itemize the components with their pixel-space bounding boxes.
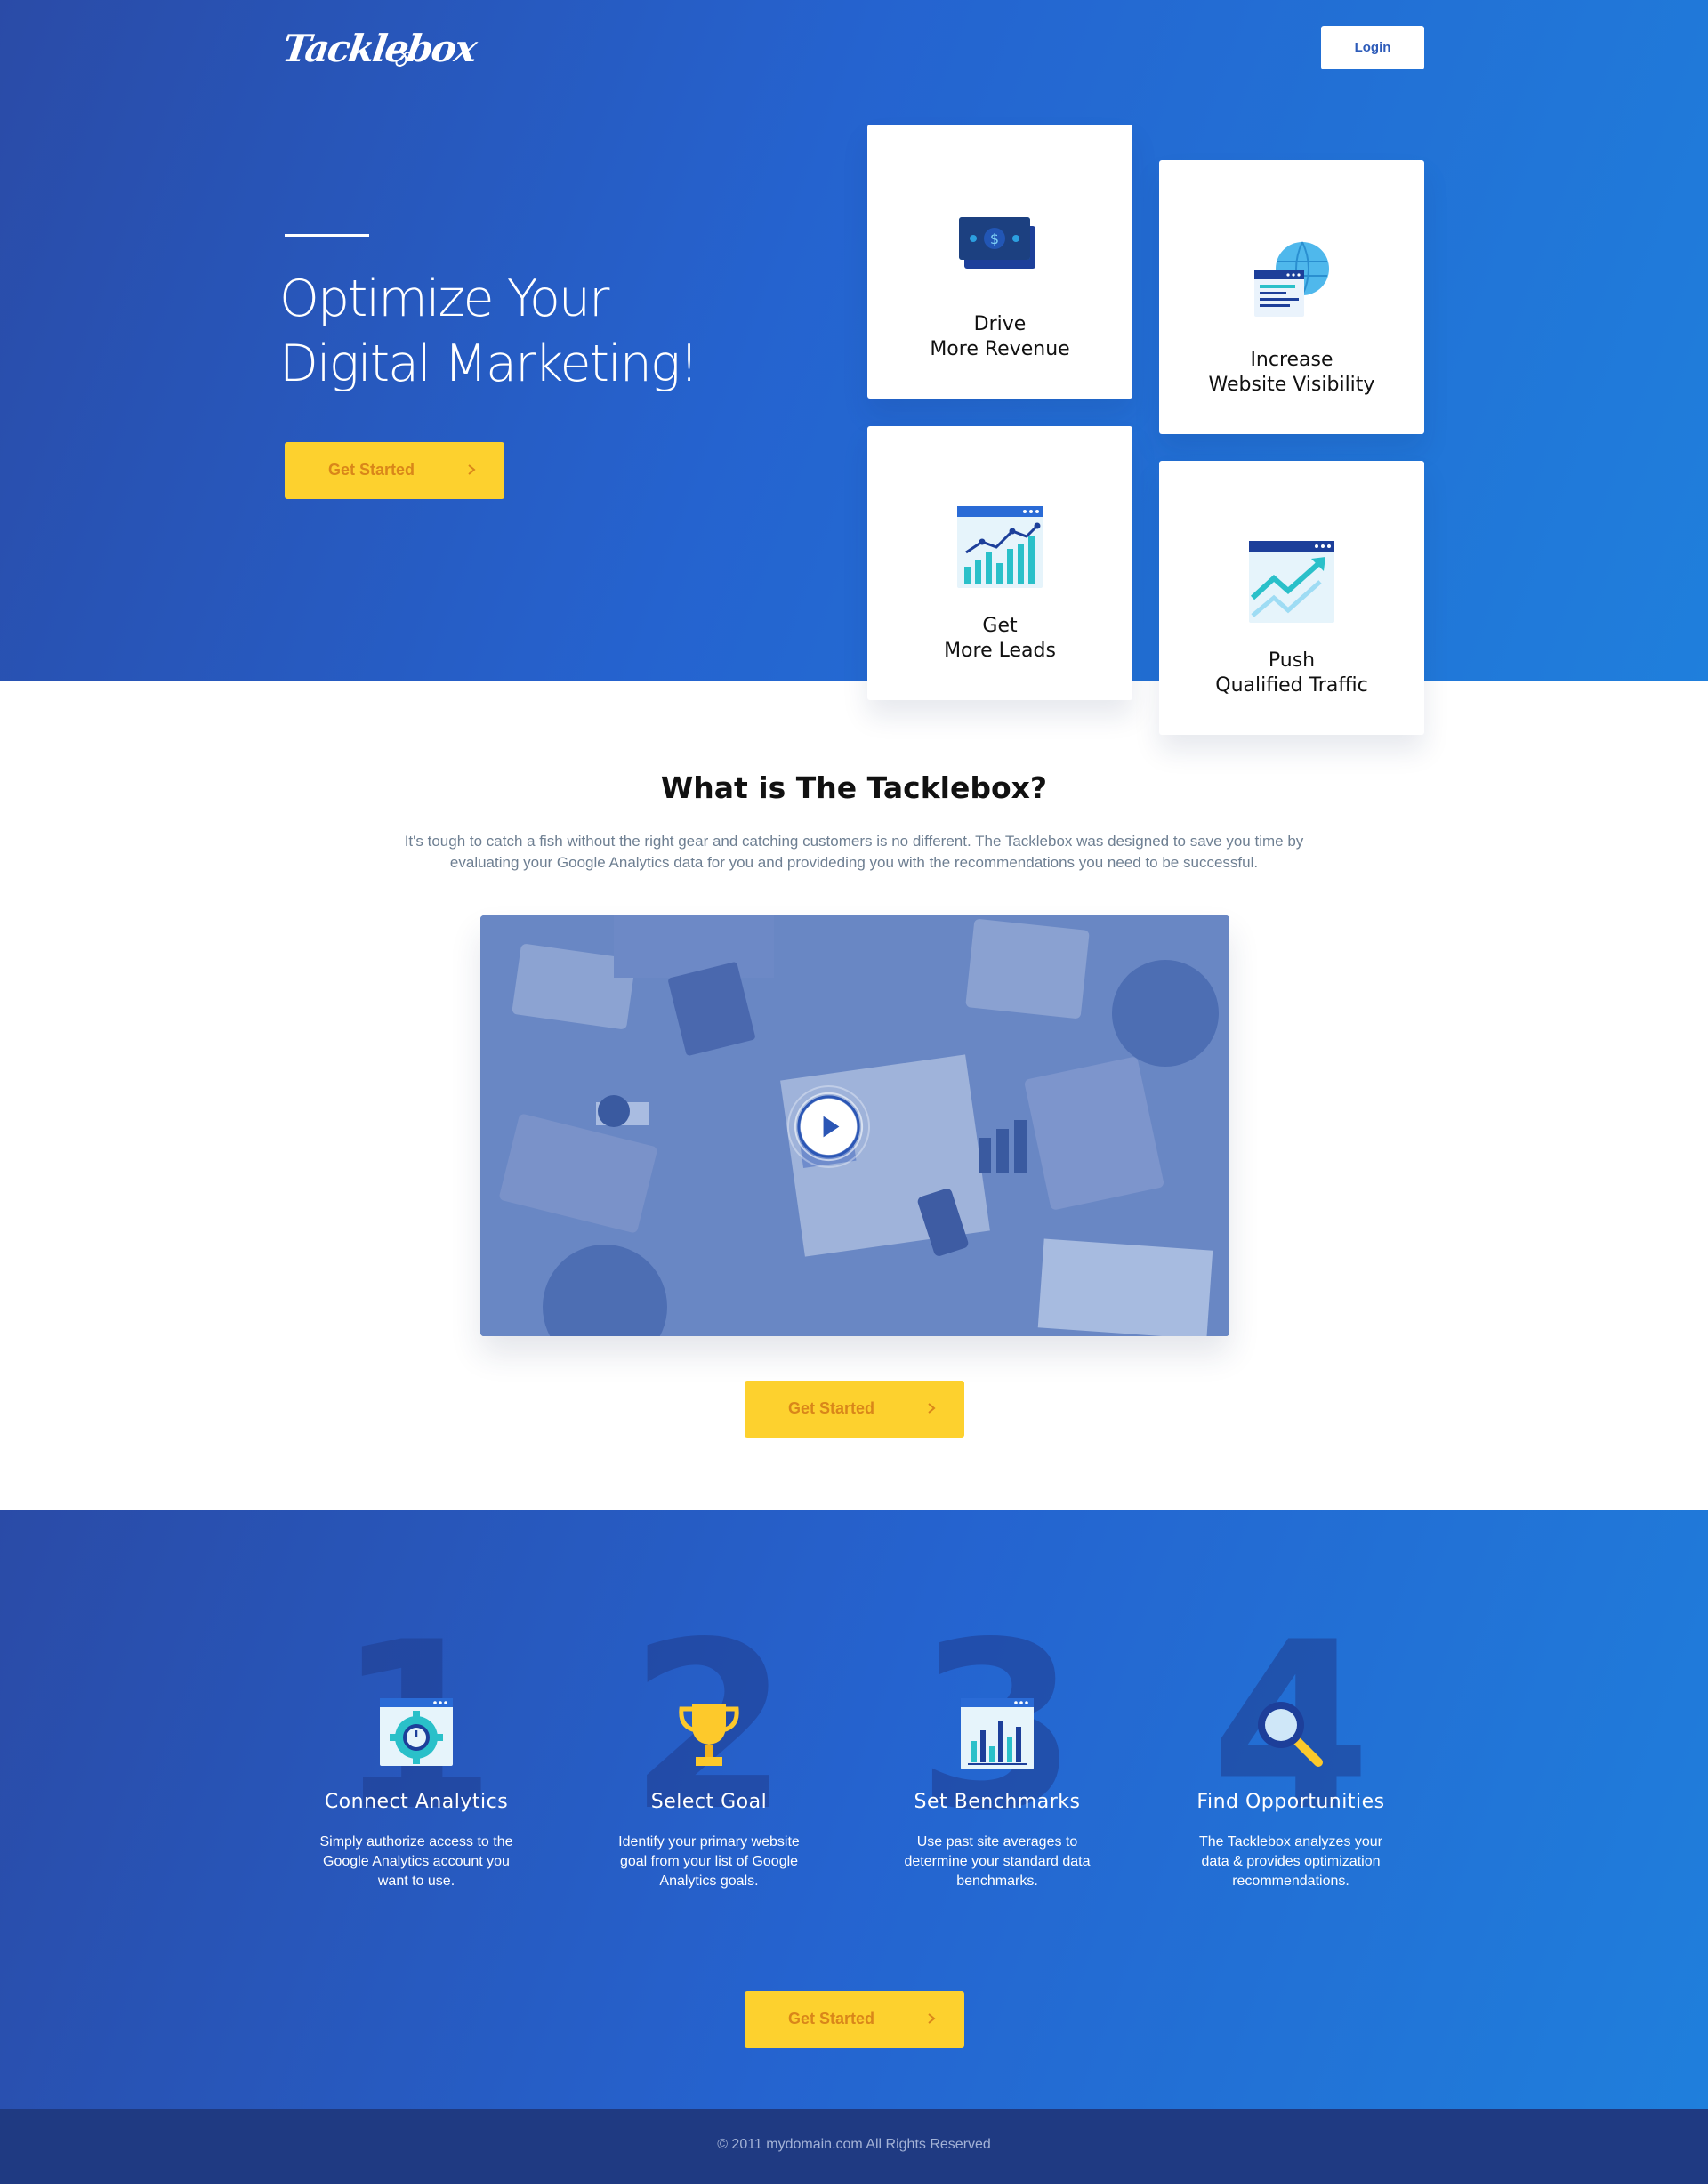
trophy-icon <box>679 1704 739 1766</box>
step-description: Use past site averages to determine your… <box>904 1834 1091 1889</box>
tacklebox-logo[interactable]: Tacklebox <box>280 20 479 82</box>
hero-section: Tacklebox Login Optimize Your Digital Ma… <box>0 0 1708 681</box>
about-title: What is The Tacklebox? <box>660 770 1048 805</box>
benefit-card-revenue[interactable]: $ Drive More Revenue <box>867 125 1132 399</box>
intro-video[interactable] <box>480 915 1229 1336</box>
step-connect-analytics: 1 Connect Analytics Simply authorize acc… <box>283 1612 550 1928</box>
steps-section: 1 Connect Analytics Simply authorize acc… <box>0 1510 1708 2109</box>
step-description: Identify your primary website goal from … <box>618 1834 800 1889</box>
logo-wordmark: Tacklebox <box>279 27 479 70</box>
step-title: Connect Analytics <box>324 1791 509 1813</box>
about-description: It's tough to catch a fish without the r… <box>404 833 1304 871</box>
benefit-card-traffic[interactable]: Push Qualified Traffic <box>1159 461 1424 735</box>
step-description: Simply authorize access to the Google An… <box>319 1834 513 1889</box>
trend-browser-icon <box>1249 541 1334 623</box>
benefit-title: Increase Website Visibility <box>1208 349 1375 396</box>
get-started-label: Get Started <box>328 461 415 479</box>
benefit-card-visibility[interactable]: Increase Website Visibility <box>1159 160 1424 434</box>
benefit-title: Push Qualified Traffic <box>1215 649 1368 697</box>
benefit-card-leads[interactable]: Get More Leads <box>867 426 1132 700</box>
benefit-title: Drive More Revenue <box>930 313 1070 360</box>
copyright-text: © 2011 mydomain.com All Rights Reserved <box>717 2137 991 2152</box>
step-find-opportunities: 4 Find Opportunities The Tacklebox analy… <box>1157 1612 1424 1928</box>
login-button[interactable]: Login <box>1321 26 1424 69</box>
step-title: Find Opportunities <box>1196 1791 1385 1813</box>
lure-hook-icon <box>391 50 411 68</box>
hero-title: Optimize Your Digital Marketing! <box>279 270 699 393</box>
chart-browser-icon <box>957 506 1043 588</box>
footer: © 2011 mydomain.com All Rights Reserved <box>0 2109 1708 2184</box>
hero-get-started-button[interactable]: Get Started <box>285 442 504 499</box>
magnifier-icon <box>1258 1702 1323 1767</box>
about-get-started-button[interactable]: Get Started <box>745 1381 964 1438</box>
play-icon[interactable] <box>786 1084 871 1169</box>
get-started-label: Get Started <box>788 2010 875 2027</box>
globe-browser-icon <box>1254 241 1329 317</box>
step-title: Select Goal <box>650 1791 768 1813</box>
benefit-title: Get More Leads <box>944 615 1056 662</box>
gear-browser-icon <box>380 1698 453 1766</box>
chevron-right-icon <box>468 464 476 475</box>
get-started-label: Get Started <box>788 1399 875 1417</box>
step-set-benchmarks: 3 Set Benchmarks Use past site averages … <box>864 1612 1131 1928</box>
svg-text:$: $ <box>990 230 999 247</box>
hero-divider <box>285 234 369 237</box>
step-title: Set Benchmarks <box>914 1791 1081 1813</box>
money-icon: $ <box>959 217 1035 269</box>
chevron-right-icon <box>928 1403 936 1414</box>
chevron-right-icon <box>928 2013 936 2024</box>
step-select-goal: 2 Select Goal Identify your primary webs… <box>576 1612 842 1928</box>
bar-chart-browser-icon <box>961 1698 1034 1769</box>
steps-get-started-button[interactable]: Get Started <box>745 1991 964 2048</box>
step-description: The Tacklebox analyzes your data & provi… <box>1198 1834 1383 1889</box>
